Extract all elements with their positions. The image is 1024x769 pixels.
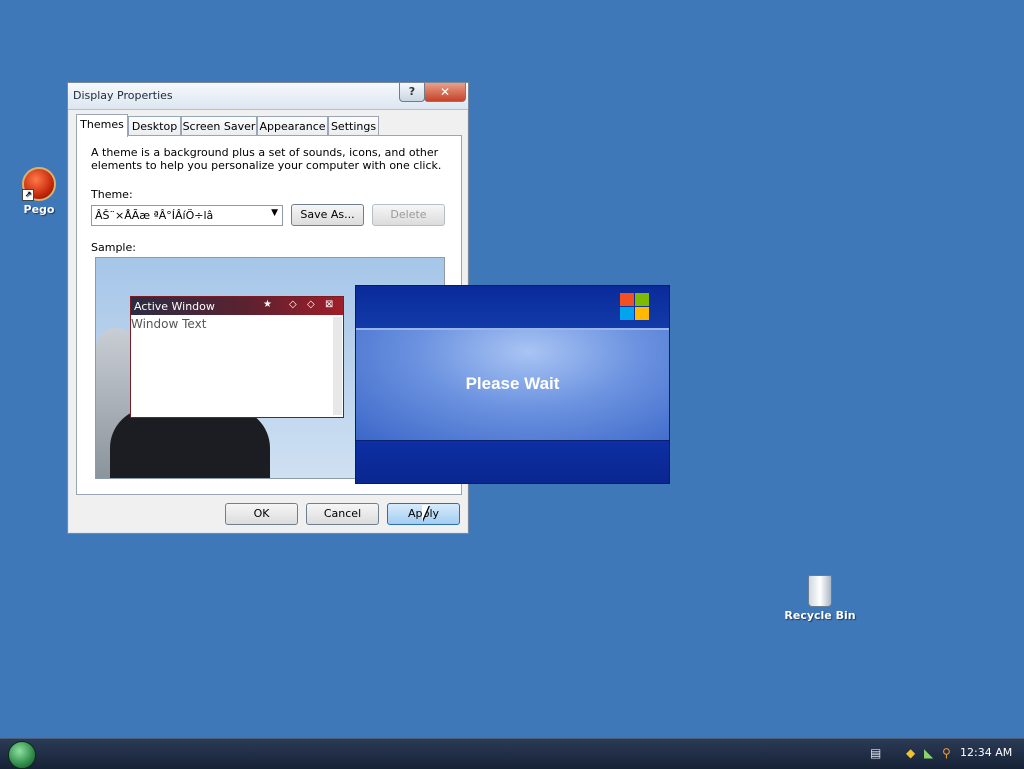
maximize-icon: ◇ <box>307 299 315 310</box>
please-wait-dialog: Please Wait <box>355 285 670 484</box>
splash-header <box>356 286 669 330</box>
security-shield-icon[interactable]: ◆ <box>906 746 915 760</box>
tab-appearance[interactable]: Appearance <box>257 116 328 136</box>
close-icon: ⊠ <box>325 299 334 310</box>
active-window-title-bar: Active Window ★ ◇ ◇ ⊠ <box>131 297 343 315</box>
sample-label: Sample: <box>91 241 136 254</box>
theme-label: Theme: <box>91 188 133 201</box>
cancel-button[interactable]: Cancel <box>306 503 379 525</box>
pego-icon: ↗ <box>22 167 56 201</box>
tab-desktop[interactable]: Desktop <box>128 116 181 136</box>
window-text: Window Text <box>131 317 207 331</box>
desktop-icon-label: Recycle Bin <box>784 609 856 622</box>
delete-button[interactable]: Delete <box>372 204 445 226</box>
theme-selected-value: ÂŠ¨×ÅÃæ ªÂ°ÍÂíÖ÷lâ <box>95 209 214 222</box>
windows-flag-icon <box>620 293 650 321</box>
close-button[interactable]: ✕ <box>424 83 466 102</box>
save-as-button[interactable]: Save As... <box>291 204 364 226</box>
active-window-title: Active Window <box>134 300 215 313</box>
recycle-bin-icon <box>808 575 832 607</box>
keyboard-icon[interactable]: ▤ <box>870 746 881 760</box>
network-icon[interactable]: ◣ <box>924 746 933 760</box>
star-icon: ★ <box>263 299 272 310</box>
tab-screen-saver[interactable]: Screen Saver <box>181 116 257 136</box>
start-button[interactable] <box>8 741 36 769</box>
mouse-cursor-icon <box>422 505 429 521</box>
window-title: Display Properties <box>73 89 173 102</box>
search-icon[interactable]: ⚲ <box>942 746 951 760</box>
minimize-icon: ◇ <box>289 299 297 310</box>
ok-button[interactable]: OK <box>225 503 298 525</box>
help-button[interactable]: ? <box>399 83 425 102</box>
taskbar: ▤ ◆ ◣ ⚲ 12:34 AM <box>0 738 1024 769</box>
scrollbar <box>333 317 342 415</box>
clock[interactable]: 12:34 AM <box>960 746 1012 759</box>
tab-themes[interactable]: Themes <box>76 114 128 137</box>
desktop-icon-pego[interactable]: ↗ Pego <box>18 167 60 216</box>
tab-settings[interactable]: Settings <box>328 116 379 136</box>
please-wait-text: Please Wait <box>465 374 560 393</box>
chevron-down-icon[interactable]: ▼ <box>271 208 278 218</box>
active-window-preview: Active Window ★ ◇ ◇ ⊠ Window Text <box>130 296 344 418</box>
desktop-icon-label: Pego <box>23 203 55 216</box>
theme-dropdown[interactable]: ÂŠ¨×ÅÃæ ªÂ°ÍÂíÖ÷lâ ▼ <box>91 205 283 226</box>
person-silhouette-image <box>110 408 270 478</box>
splash-footer <box>356 440 669 483</box>
title-bar[interactable]: Display Properties ? ✕ <box>68 83 468 110</box>
desktop-icon-recycle-bin[interactable]: Recycle Bin <box>784 575 856 622</box>
theme-description: A theme is a background plus a set of so… <box>91 146 442 172</box>
